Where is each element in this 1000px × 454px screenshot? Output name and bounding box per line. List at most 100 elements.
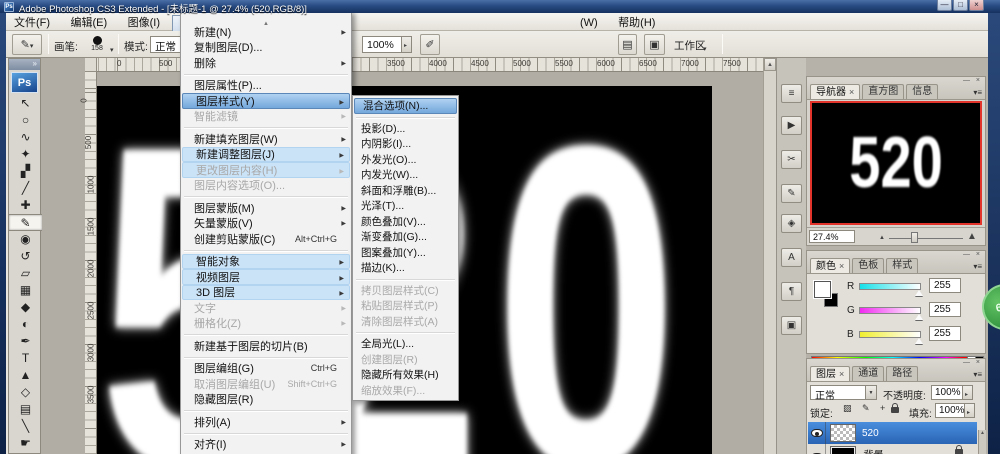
panel-menu-icon[interactable] (973, 88, 982, 97)
blur-tool[interactable]: ◆ (9, 299, 42, 316)
menu-image[interactable]: 图像(I) (120, 15, 168, 32)
tab-layers[interactable]: 图层 (810, 366, 851, 381)
shape-tool[interactable]: ◇ (9, 384, 42, 401)
type-tool[interactable]: T (9, 350, 42, 367)
character-panel-icon[interactable]: A (781, 248, 802, 267)
red-slider[interactable] (859, 283, 921, 290)
menu-item-duplicate-layer[interactable]: 复制图层(D)... (181, 40, 351, 56)
menu-item-layer-properties[interactable]: 图层属性(P)... (181, 78, 351, 94)
clone-stamp-tool[interactable]: ◉ (9, 231, 42, 248)
tab-navigator[interactable]: 导航器 (810, 84, 861, 99)
menu-item-create-clipping-mask[interactable]: 创建剪贴蒙版(C) Alt+Ctrl+G (181, 231, 351, 247)
bridge-button[interactable]: ▣ (644, 34, 665, 55)
menu-item-delete[interactable]: 删除 (181, 55, 351, 71)
tool-presets-panel-icon[interactable]: ✎ (781, 184, 802, 203)
minimize-button[interactable]: — (937, 0, 952, 11)
quick-selection-tool[interactable]: ✦ (9, 146, 42, 163)
panel-menu-icon[interactable] (973, 370, 982, 379)
close-button[interactable]: × (969, 0, 984, 11)
layer-thumbnail[interactable] (830, 446, 856, 454)
tab-close-icon[interactable] (836, 261, 844, 272)
panel-window-controls-icon[interactable] (963, 359, 982, 366)
menu-edit[interactable]: 编辑(E) (63, 15, 116, 32)
layers-scrollbar[interactable] (978, 430, 986, 454)
maximize-button[interactable]: □ (953, 0, 968, 11)
navigator-proxy-view[interactable]: 520 (810, 101, 982, 225)
lock-icons[interactable]: ▨ ✎ + (843, 403, 889, 414)
healing-brush-tool[interactable]: ✚ (9, 197, 42, 214)
panel-window-controls-icon[interactable] (963, 77, 982, 84)
menu-item-new-layer-based-slice[interactable]: 新建基于图层的切片(B) (181, 338, 351, 354)
layer-row-520[interactable]: 520 (808, 422, 977, 444)
red-value-input[interactable]: 255 (929, 278, 961, 293)
submenu-item-satin[interactable]: 光泽(T)... (353, 198, 458, 214)
fill-input[interactable]: 100% (935, 403, 965, 418)
tab-close-icon[interactable] (846, 87, 854, 98)
history-brush-tool[interactable]: ↺ (9, 248, 42, 265)
dodge-tool[interactable]: ◐ (9, 316, 42, 333)
canvas-vertical-scrollbar[interactable]: ▲ (763, 58, 776, 454)
fill-spinner[interactable] (965, 403, 975, 418)
zoom-slider-handle[interactable] (911, 232, 918, 243)
green-value-input[interactable]: 255 (929, 302, 961, 317)
visibility-cell[interactable] (808, 444, 826, 454)
menu-item-3d-layers[interactable]: 3D 图层 (182, 284, 350, 300)
red-slider-handle[interactable] (915, 290, 923, 296)
tab-swatches[interactable]: 色板 (852, 258, 885, 273)
toolbox-collapse-icon[interactable]: » (9, 59, 40, 70)
elliptical-marquee-tool[interactable]: ○ (9, 112, 42, 129)
submenu-item-hide-all-effects[interactable]: 隐藏所有效果(H) (353, 367, 458, 383)
panel-menu-icon[interactable] (973, 262, 982, 271)
opacity-input[interactable]: 100% (931, 385, 963, 400)
move-tool[interactable]: ↖ (9, 95, 42, 112)
menu-item-new[interactable]: 新建(N) (181, 24, 351, 40)
submenu-item-inner-glow[interactable]: 内发光(W)... (353, 167, 458, 183)
animation-panel-icon[interactable]: ▶ (781, 116, 802, 135)
pen-tool[interactable]: ✒ (9, 333, 42, 350)
crop-tool[interactable]: ▞ (9, 163, 42, 180)
visibility-cell[interactable] (808, 422, 826, 444)
foreground-color-swatch[interactable] (813, 280, 832, 299)
tab-close-icon[interactable] (836, 369, 844, 380)
submenu-item-bevel-emboss[interactable]: 斜面和浮雕(B)... (353, 183, 458, 199)
eraser-tool[interactable]: ▱ (9, 265, 42, 282)
workspace-button[interactable]: 工作区 (674, 38, 706, 53)
histogram-panel-icon[interactable]: ▣ (781, 316, 802, 335)
tab-paths[interactable]: 路径 (886, 366, 919, 381)
blue-slider-handle[interactable] (915, 338, 923, 344)
blend-mode-arrow-icon[interactable] (866, 385, 877, 400)
menu-item-vector-mask[interactable]: 矢量蒙版(V) (181, 216, 351, 232)
submenu-item-gradient-overlay[interactable]: 渐变叠加(G)... (353, 229, 458, 245)
brushes-panel-icon[interactable]: ≡ (781, 84, 802, 103)
flow-spinner[interactable] (402, 36, 412, 53)
menu-item-arrange[interactable]: 排列(A) (181, 414, 351, 430)
path-selection-tool[interactable]: ▲ (9, 367, 42, 384)
paragraph-panel-icon[interactable]: ¶ (781, 282, 802, 301)
eyedropper-tool[interactable]: ╲ (9, 418, 42, 435)
airbrush-button[interactable]: ✐ (420, 34, 440, 55)
layer-thumbnail[interactable] (830, 424, 856, 442)
menu-item-group-layers[interactable]: 图层编组(G) Ctrl+G (181, 361, 351, 377)
tool-preset-picker[interactable]: ✎ (12, 34, 42, 55)
styles-panel-icon[interactable]: ◈ (781, 214, 802, 233)
green-slider-handle[interactable] (915, 314, 923, 320)
menu-item-new-fill-layer[interactable]: 新建填充图层(W) (181, 131, 351, 147)
layer-name[interactable]: 背景 (862, 446, 955, 454)
brush-preset-preview[interactable]: 158 (86, 35, 108, 52)
menu-item-layer-mask[interactable]: 图层蒙版(M) (181, 200, 351, 216)
submenu-item-stroke[interactable]: 描边(K)... (353, 260, 458, 276)
tab-channels[interactable]: 通道 (852, 366, 885, 381)
menu-window[interactable]: (W) (572, 15, 606, 32)
brush-picker-arrow-icon[interactable] (110, 39, 114, 57)
clone-source-panel-icon[interactable]: ✂ (781, 150, 802, 169)
menu-file[interactable]: 文件(F) (6, 15, 58, 32)
menu-item-layer-style[interactable]: 图层样式(Y) (182, 93, 350, 109)
brush-tool[interactable]: ✎ (9, 214, 42, 231)
menu-item-align[interactable]: 对齐(I) (181, 437, 351, 453)
tab-color[interactable]: 颜色 (810, 258, 851, 273)
zoom-in-icon[interactable]: ▲ (967, 231, 977, 242)
flow-input[interactable]: 100% (362, 36, 402, 53)
lasso-tool[interactable]: ∿ (9, 129, 42, 146)
menu-help[interactable]: 帮助(H) (610, 15, 663, 32)
submenu-item-color-overlay[interactable]: 颜色叠加(V)... (353, 214, 458, 230)
